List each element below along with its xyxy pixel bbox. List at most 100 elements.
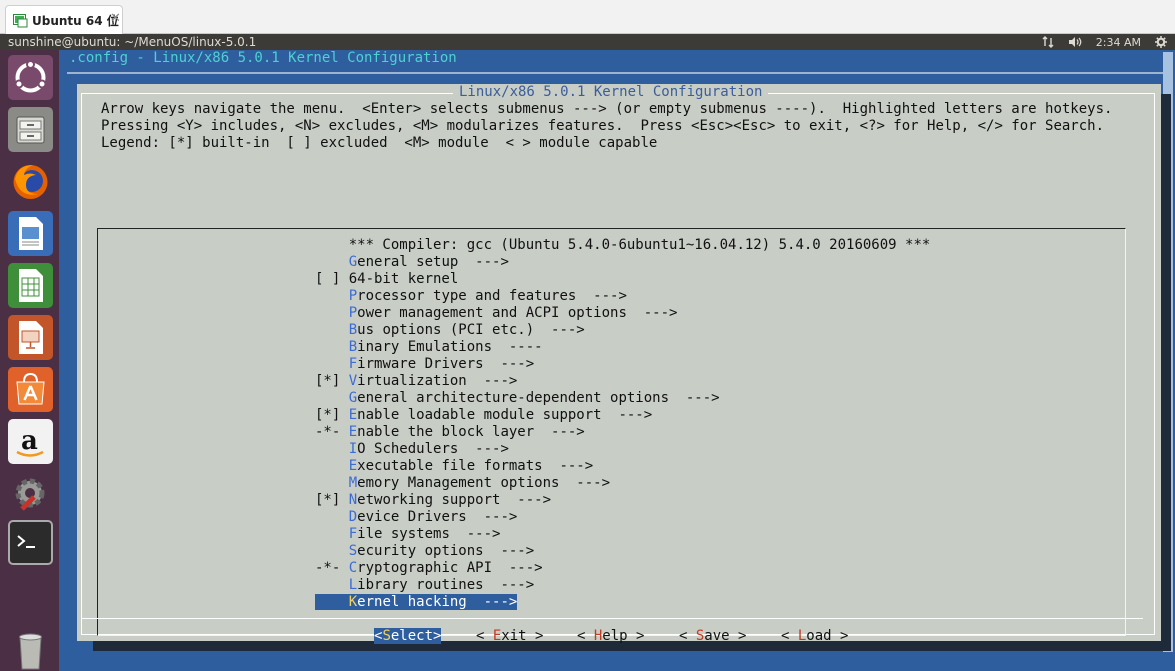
- config-header: .config - Linux/x86 5.0.1 Kernel Configu…: [69, 50, 457, 66]
- menu-item[interactable]: -*- Cryptographic API --->: [315, 560, 543, 577]
- writer-icon[interactable]: [8, 211, 53, 256]
- menu-item[interactable]: [*] Virtualization --->: [315, 373, 517, 390]
- exit-button[interactable]: < Exit >: [476, 628, 543, 645]
- help-line: Legend: [*] built-in [ ] excluded <M> mo…: [101, 135, 658, 151]
- menu-item-prefix: [315, 322, 349, 338]
- button-bracket: <: [679, 628, 696, 644]
- menu-item[interactable]: Bus options (PCI etc.) --->: [315, 322, 585, 339]
- select-button[interactable]: <Select>: [374, 628, 442, 645]
- menu-item-text: inary Emulations ----: [357, 339, 543, 355]
- volume-icon[interactable]: [1068, 36, 1082, 48]
- menu-item[interactable]: Security options --->: [315, 543, 534, 560]
- menu-item-hotkey: E: [348, 458, 358, 474]
- menu-item-text: evice Drivers --->: [357, 509, 518, 525]
- menu-item-label: 64-bit kernel: [349, 271, 459, 287]
- menu-item-text: ernel hacking --->: [357, 594, 518, 610]
- indicator-area: 2:34 AM: [1042, 34, 1167, 50]
- menu-item[interactable]: IO Schedulers --->: [315, 441, 509, 458]
- menu-item[interactable]: File systems --->: [315, 526, 501, 543]
- menu-item-label: Executable file formats --->: [349, 458, 593, 474]
- menu-item[interactable]: Firmware Drivers --->: [315, 356, 534, 373]
- menu-item-prefix: [315, 356, 349, 372]
- menu-item-text: eneral architecture-dependent options --…: [357, 390, 720, 406]
- terminal-window[interactable]: .config - Linux/x86 5.0.1 Kernel Configu…: [59, 50, 1175, 671]
- save-button[interactable]: < Save >: [679, 628, 746, 645]
- ubuntu-dash-icon[interactable]: [8, 55, 53, 100]
- button-hotkey: S: [382, 628, 391, 644]
- menu-item-hotkey: I: [348, 441, 358, 457]
- menu-item[interactable]: Processor type and features --->: [315, 288, 627, 305]
- firefox-icon[interactable]: [8, 159, 53, 204]
- close-icon[interactable]: ✕: [110, 11, 121, 26]
- menu-item[interactable]: General setup --->: [315, 254, 509, 271]
- menu-item-label: Enable the block layer --->: [349, 424, 585, 440]
- network-icon[interactable]: [1042, 36, 1054, 48]
- top-panel: sunshine@ubuntu: ~/MenuOS/linux-5.0.1 2:…: [0, 34, 1175, 50]
- menu-item-text: irmware Drivers --->: [357, 356, 535, 372]
- menu-item[interactable]: [*] Networking support --->: [315, 492, 551, 509]
- menu-item-text: ower management and ACPI options --->: [357, 305, 678, 321]
- menu-item[interactable]: Library routines --->: [315, 577, 534, 594]
- menu-item-label: Security options --->: [349, 543, 534, 559]
- vm-tab-bar: Ubuntu 64 位 ✕: [0, 0, 1175, 34]
- clock[interactable]: 2:34 AM: [1096, 36, 1141, 49]
- menu-item-label: IO Schedulers --->: [349, 441, 509, 457]
- menu-item[interactable]: Memory Management options --->: [315, 475, 610, 492]
- menu-item-label: Power management and ACPI options --->: [349, 305, 678, 321]
- menu-item-text: O Schedulers --->: [357, 441, 509, 457]
- settings-gear-icon[interactable]: [1155, 36, 1167, 48]
- settings-icon[interactable]: [8, 471, 53, 516]
- menu-item-prefix: [315, 237, 349, 253]
- menu-item-text: etworking support --->: [357, 492, 552, 508]
- files-icon[interactable]: [8, 107, 53, 152]
- menu-item-selected[interactable]: Kernel hacking --->: [315, 594, 518, 611]
- menu-item-text: ryptographic API --->: [357, 560, 543, 576]
- menu-item-prefix: [315, 305, 349, 321]
- button-divider: [81, 618, 1143, 619]
- menu-item-hotkey: S: [348, 543, 358, 559]
- vm-tab-label: Ubuntu 64 位: [32, 14, 119, 28]
- menu-item-label: Virtualization --->: [349, 373, 518, 389]
- menu-item[interactable]: Binary Emulations ----: [315, 339, 543, 356]
- vm-tab[interactable]: Ubuntu 64 位 ✕: [5, 5, 123, 34]
- load-button[interactable]: < Load >: [781, 628, 848, 645]
- button-text: elp >: [602, 628, 645, 644]
- calc-icon[interactable]: [8, 263, 53, 308]
- menu-item[interactable]: Power management and ACPI options --->: [315, 305, 678, 322]
- menu-item-hotkey: N: [348, 492, 358, 508]
- menu-item-hotkey: K: [348, 594, 358, 610]
- menu-item-label: Firmware Drivers --->: [349, 356, 534, 372]
- vm-icon: [13, 13, 28, 28]
- button-bracket: <: [577, 628, 594, 644]
- menu-item[interactable]: Executable file formats --->: [315, 458, 593, 475]
- trash-icon[interactable]: [8, 628, 53, 671]
- menu-item[interactable]: [*] Enable loadable module support --->: [315, 407, 652, 424]
- menu-item-text: nable loadable module support --->: [357, 407, 653, 423]
- button-text: ave >: [704, 628, 747, 644]
- button-label: < Exit >: [476, 628, 543, 644]
- impress-icon[interactable]: [8, 315, 53, 360]
- help-line: Pressing <Y> includes, <N> excludes, <M>…: [101, 118, 1105, 134]
- menu-item[interactable]: *** Compiler: gcc (Ubuntu 5.4.0-6ubuntu1…: [315, 237, 931, 254]
- menu-item-label: Enable loadable module support --->: [349, 407, 652, 423]
- button-label: < Help >: [577, 628, 644, 644]
- menu-item-prefix: [315, 441, 349, 457]
- menu-item[interactable]: Device Drivers --->: [315, 509, 518, 526]
- menu-item-hotkey: E: [348, 424, 358, 440]
- menu-item-prefix: [315, 288, 349, 304]
- software-center-icon[interactable]: [8, 367, 53, 412]
- menu-item-hotkey: P: [348, 288, 358, 304]
- menu-item[interactable]: General architecture-dependent options -…: [315, 390, 720, 407]
- svg-text:a: a: [21, 426, 38, 456]
- menu-item-text: emory Management options --->: [357, 475, 611, 491]
- menu-item[interactable]: [ ] 64-bit kernel: [315, 271, 458, 288]
- menu-item-prefix: [*]: [315, 492, 349, 508]
- menu-item[interactable]: -*- Enable the block layer --->: [315, 424, 585, 441]
- menu-item-text: ile systems --->: [357, 526, 501, 542]
- menu-item-label: Cryptographic API --->: [349, 560, 543, 576]
- terminal-icon[interactable]: [8, 520, 53, 565]
- help-button[interactable]: < Help >: [577, 628, 644, 645]
- amazon-icon[interactable]: a: [8, 419, 53, 464]
- menu-item-prefix: [315, 339, 349, 355]
- menu-item-prefix: -*-: [315, 560, 349, 576]
